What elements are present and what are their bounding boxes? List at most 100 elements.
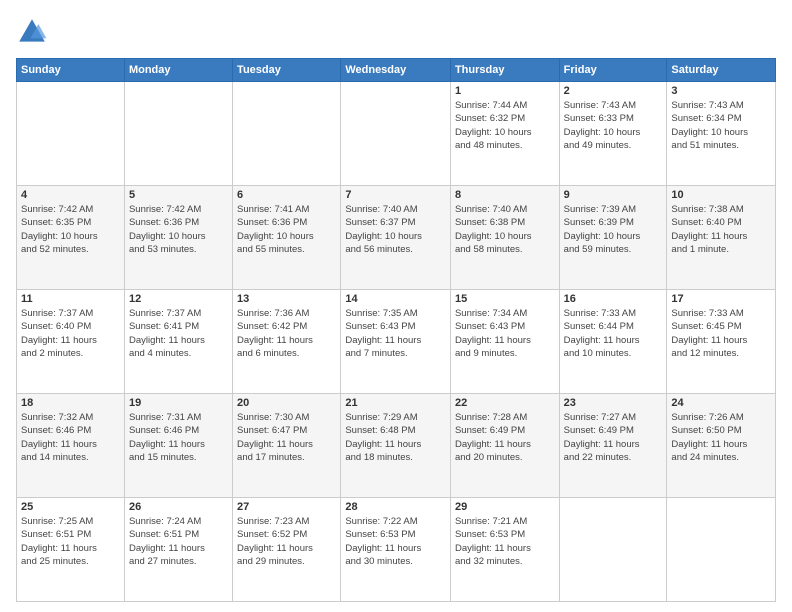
day-number: 12 [129, 293, 228, 305]
calendar-cell [667, 498, 776, 602]
day-number: 21 [345, 397, 446, 409]
day-number: 4 [21, 189, 120, 201]
day-info: Sunrise: 7:26 AM Sunset: 6:50 PM Dayligh… [671, 411, 771, 464]
weekday-tuesday: Tuesday [233, 59, 341, 82]
calendar-cell: 1 Sunrise: 7:44 AM Sunset: 6:32 PM Daylig… [450, 82, 559, 186]
day-info: Sunrise: 7:38 AM Sunset: 6:40 PM Dayligh… [671, 203, 771, 256]
day-info: Sunrise: 7:29 AM Sunset: 6:48 PM Dayligh… [345, 411, 446, 464]
weekday-friday: Friday [559, 59, 667, 82]
day-number: 29 [455, 501, 555, 513]
calendar-cell: 3Sunrise: 7:43 AM Sunset: 6:34 PM Daylig… [667, 82, 776, 186]
day-info: Sunrise: 7:40 AM Sunset: 6:37 PM Dayligh… [345, 203, 446, 256]
day-info: Sunrise: 7:39 AM Sunset: 6:39 PM Dayligh… [564, 203, 663, 256]
day-info: Sunrise: 7:27 AM Sunset: 6:49 PM Dayligh… [564, 411, 663, 464]
weekday-saturday: Saturday [667, 59, 776, 82]
day-info: Sunrise: 7:22 AM Sunset: 6:53 PM Dayligh… [345, 515, 446, 568]
calendar-cell: 25 Sunrise: 7:25 AM Sunset: 6:51 PM Dayli… [17, 498, 125, 602]
day-info: Sunrise: 7:37 AM Sunset: 6:40 PM Dayligh… [21, 307, 120, 360]
day-info: Sunrise: 7:23 AM Sunset: 6:52 PM Dayligh… [237, 515, 336, 568]
calendar-cell: 22 Sunrise: 7:28 AM Sunset: 6:49 PM Dayli… [450, 394, 559, 498]
weekday-sunday: Sunday [17, 59, 125, 82]
day-info: Sunrise: 7:43 AM Sunset: 6:33 PM Dayligh… [564, 99, 663, 152]
calendar-cell [233, 82, 341, 186]
day-info: Sunrise: 7:32 AM Sunset: 6:46 PM Dayligh… [21, 411, 120, 464]
day-number: 20 [237, 397, 336, 409]
day-number: 13 [237, 293, 336, 305]
day-number: 24 [671, 397, 771, 409]
day-number: 14 [345, 293, 446, 305]
calendar-cell: 14 Sunrise: 7:35 AM Sunset: 6:43 PM Dayli… [341, 290, 451, 394]
calendar-cell: 5Sunrise: 7:42 AM Sunset: 6:36 PM Daylig… [124, 186, 232, 290]
calendar-table: SundayMondayTuesdayWednesdayThursdayFrid… [16, 58, 776, 602]
day-info: Sunrise: 7:25 AM Sunset: 6:51 PM Dayligh… [21, 515, 120, 568]
day-number: 18 [21, 397, 120, 409]
day-info: Sunrise: 7:41 AM Sunset: 6:36 PM Dayligh… [237, 203, 336, 256]
calendar-cell: 13 Sunrise: 7:36 AM Sunset: 6:42 PM Dayli… [233, 290, 341, 394]
day-number: 1 [455, 85, 555, 97]
calendar-cell: 15 Sunrise: 7:34 AM Sunset: 6:43 PM Dayli… [450, 290, 559, 394]
day-info: Sunrise: 7:40 AM Sunset: 6:38 PM Dayligh… [455, 203, 555, 256]
day-number: 6 [237, 189, 336, 201]
calendar-week-2: 4 Sunrise: 7:42 AM Sunset: 6:35 PM Daylig… [17, 186, 776, 290]
day-number: 7 [345, 189, 446, 201]
calendar-cell: 19 Sunrise: 7:31 AM Sunset: 6:46 PM Dayli… [124, 394, 232, 498]
day-info: Sunrise: 7:42 AM Sunset: 6:35 PM Dayligh… [21, 203, 120, 256]
day-number: 15 [455, 293, 555, 305]
day-number: 11 [21, 293, 120, 305]
day-info: Sunrise: 7:35 AM Sunset: 6:43 PM Dayligh… [345, 307, 446, 360]
day-info: Sunrise: 7:28 AM Sunset: 6:49 PM Dayligh… [455, 411, 555, 464]
calendar-cell: 12 Sunrise: 7:37 AM Sunset: 6:41 PM Dayli… [124, 290, 232, 394]
day-info: Sunrise: 7:43 AM Sunset: 6:34 PM Dayligh… [671, 99, 771, 152]
calendar-week-3: 11 Sunrise: 7:37 AM Sunset: 6:40 PM Dayli… [17, 290, 776, 394]
calendar-cell: 16 Sunrise: 7:33 AM Sunset: 6:44 PM Dayli… [559, 290, 667, 394]
day-number: 9 [564, 189, 663, 201]
calendar-cell: 24 Sunrise: 7:26 AM Sunset: 6:50 PM Dayli… [667, 394, 776, 498]
calendar-cell: 28 Sunrise: 7:22 AM Sunset: 6:53 PM Dayli… [341, 498, 451, 602]
day-number: 28 [345, 501, 446, 513]
day-info: Sunrise: 7:34 AM Sunset: 6:43 PM Dayligh… [455, 307, 555, 360]
calendar-cell: 11 Sunrise: 7:37 AM Sunset: 6:40 PM Dayli… [17, 290, 125, 394]
calendar-cell [341, 82, 451, 186]
calendar-cell: 21 Sunrise: 7:29 AM Sunset: 6:48 PM Dayli… [341, 394, 451, 498]
calendar-cell: 27 Sunrise: 7:23 AM Sunset: 6:52 PM Dayli… [233, 498, 341, 602]
day-number: 23 [564, 397, 663, 409]
day-info: Sunrise: 7:42 AM Sunset: 6:36 PM Dayligh… [129, 203, 228, 256]
day-number: 25 [21, 501, 120, 513]
day-number: 27 [237, 501, 336, 513]
logo-icon [16, 16, 48, 48]
day-info: Sunrise: 7:37 AM Sunset: 6:41 PM Dayligh… [129, 307, 228, 360]
weekday-monday: Monday [124, 59, 232, 82]
day-info: Sunrise: 7:33 AM Sunset: 6:45 PM Dayligh… [671, 307, 771, 360]
calendar-cell: 4 Sunrise: 7:42 AM Sunset: 6:35 PM Daylig… [17, 186, 125, 290]
weekday-header-row: SundayMondayTuesdayWednesdayThursdayFrid… [17, 59, 776, 82]
page: SundayMondayTuesdayWednesdayThursdayFrid… [0, 0, 792, 612]
calendar-cell: 9 Sunrise: 7:39 AM Sunset: 6:39 PM Daylig… [559, 186, 667, 290]
calendar-cell: 20 Sunrise: 7:30 AM Sunset: 6:47 PM Dayli… [233, 394, 341, 498]
day-info: Sunrise: 7:36 AM Sunset: 6:42 PM Dayligh… [237, 307, 336, 360]
day-info: Sunrise: 7:30 AM Sunset: 6:47 PM Dayligh… [237, 411, 336, 464]
day-number: 10 [671, 189, 771, 201]
header [16, 16, 776, 48]
day-number: 8 [455, 189, 555, 201]
weekday-thursday: Thursday [450, 59, 559, 82]
day-info: Sunrise: 7:31 AM Sunset: 6:46 PM Dayligh… [129, 411, 228, 464]
calendar-week-4: 18 Sunrise: 7:32 AM Sunset: 6:46 PM Dayli… [17, 394, 776, 498]
calendar-cell: 6 Sunrise: 7:41 AM Sunset: 6:36 PM Daylig… [233, 186, 341, 290]
day-number: 26 [129, 501, 228, 513]
day-info: Sunrise: 7:33 AM Sunset: 6:44 PM Dayligh… [564, 307, 663, 360]
day-info: Sunrise: 7:21 AM Sunset: 6:53 PM Dayligh… [455, 515, 555, 568]
day-number: 19 [129, 397, 228, 409]
calendar-cell [124, 82, 232, 186]
calendar-week-1: 1 Sunrise: 7:44 AM Sunset: 6:32 PM Daylig… [17, 82, 776, 186]
calendar-week-5: 25 Sunrise: 7:25 AM Sunset: 6:51 PM Dayli… [17, 498, 776, 602]
calendar-cell: 18 Sunrise: 7:32 AM Sunset: 6:46 PM Dayli… [17, 394, 125, 498]
calendar-cell: 2 Sunrise: 7:43 AM Sunset: 6:33 PM Daylig… [559, 82, 667, 186]
day-number: 17 [671, 293, 771, 305]
day-info: Sunrise: 7:24 AM Sunset: 6:51 PM Dayligh… [129, 515, 228, 568]
day-number: 2 [564, 85, 663, 97]
day-number: 16 [564, 293, 663, 305]
day-number: 22 [455, 397, 555, 409]
calendar-cell: 26 Sunrise: 7:24 AM Sunset: 6:51 PM Dayli… [124, 498, 232, 602]
day-info: Sunrise: 7:44 AM Sunset: 6:32 PM Dayligh… [455, 99, 555, 152]
calendar-cell: 8 Sunrise: 7:40 AM Sunset: 6:38 PM Daylig… [450, 186, 559, 290]
